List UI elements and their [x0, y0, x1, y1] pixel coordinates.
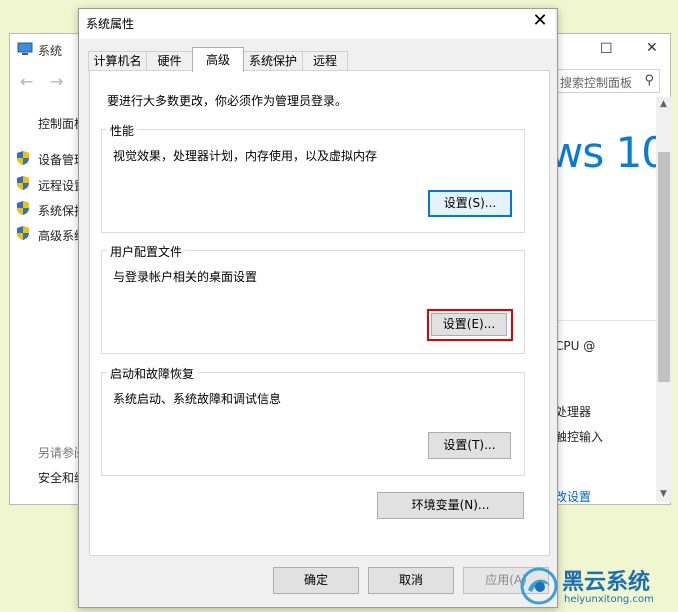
startup-recovery-legend: 启动和故障恢复 [107, 365, 198, 382]
ok-button[interactable]: 确定 [273, 567, 359, 594]
tab-computer-name[interactable]: 计算机名 [88, 51, 147, 71]
startup-recovery-settings-button[interactable]: 设置(T)... [428, 432, 511, 459]
divider [553, 320, 658, 321]
user-profiles-description: 与登录帐户相关的桌面设置 [113, 270, 258, 284]
scroll-up-icon[interactable]: ▲ [660, 99, 667, 109]
shield-icon [17, 201, 29, 215]
back-arrow-icon[interactable]: ← [20, 72, 33, 91]
control-panel-search[interactable]: 搜索控制面板 ⚲ [553, 69, 660, 93]
performance-legend: 性能 [107, 122, 138, 139]
windows-10-brand: ws 10 [549, 128, 668, 177]
scroll-down-icon[interactable]: ▼ [660, 489, 667, 499]
performance-group [101, 129, 525, 233]
performance-settings-button[interactable]: 设置(S)... [428, 190, 512, 217]
tab-remote[interactable]: 远程 [302, 51, 348, 71]
shield-icon [17, 226, 29, 240]
dialog-titlebar[interactable] [79, 9, 555, 39]
change-settings-link[interactable]: 改设置 [555, 488, 591, 505]
startup-recovery-description: 系统启动、系统故障和调试信息 [113, 392, 282, 406]
close-icon[interactable]: ✕ [646, 40, 658, 56]
environment-variables-button[interactable]: 环境变量(N)... [377, 492, 524, 519]
tab-advanced[interactable]: 高级 [192, 47, 244, 72]
scrollbar-thumb[interactable] [658, 152, 670, 382]
admin-notice: 要进行大多数更改，你必须作为管理员登录。 [107, 94, 348, 108]
control-panel-title: 系统 [38, 44, 63, 58]
watermark-logo-icon [520, 567, 558, 605]
user-profiles-settings-button[interactable]: 设置(E)... [431, 313, 507, 336]
maximize-icon[interactable]: ☐ [600, 41, 613, 57]
performance-description: 视觉效果，处理器计划，内存使用，以及虚拟内存 [113, 149, 378, 163]
startup-recovery-group [101, 372, 525, 476]
cpu-text: CPU @ [555, 339, 596, 353]
touch-input-text: 触控输入 [555, 430, 604, 444]
forward-arrow-icon[interactable]: → [50, 72, 63, 91]
tab-hardware[interactable]: 硬件 [146, 51, 193, 71]
watermark-url: heiyunxitong.com [564, 594, 654, 605]
search-icon: ⚲ [644, 73, 654, 88]
dialog-title: 系统属性 [86, 17, 135, 31]
dialog-close-icon[interactable]: ✕ [530, 10, 550, 34]
search-placeholder: 搜索控制面板 [560, 76, 633, 90]
watermark: 黑云系统 heiyunxitong.com [520, 564, 675, 610]
tab-system-protection[interactable]: 系统保护 [243, 51, 303, 71]
cancel-button[interactable]: 取消 [368, 567, 454, 594]
computer-icon [17, 42, 33, 55]
watermark-title: 黑云系统 [562, 570, 651, 595]
shield-icon [17, 151, 29, 165]
user-profiles-legend: 用户配置文件 [107, 243, 186, 260]
shield-icon [17, 176, 29, 190]
processor-text: 处理器 [555, 405, 592, 419]
